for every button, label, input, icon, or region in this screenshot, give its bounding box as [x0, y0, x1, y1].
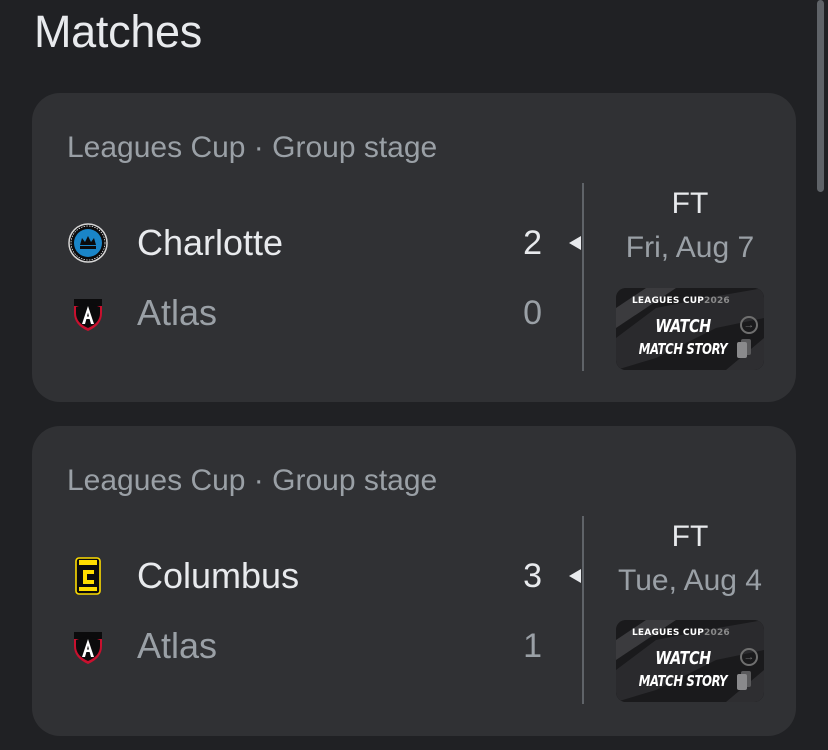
matches-page: Matches Leagues Cup · Group stage Charlo… [0, 0, 828, 750]
team-score: 0 [523, 294, 542, 332]
match-status: FT [671, 520, 709, 553]
team-row-away: Atlas 1 [68, 622, 542, 670]
match-date: Tue, Aug 4 [618, 564, 762, 597]
team-name: Atlas [137, 292, 218, 333]
team-name: Columbus [137, 555, 300, 596]
winner-indicator-icon [569, 236, 581, 250]
match-card[interactable]: Leagues Cup · Group stage Charlotte 2 At… [32, 93, 796, 402]
thumbnail-watch-label: WATCH [655, 648, 711, 669]
thumbnail-brand: LEAGUES CUP2026 [632, 296, 730, 306]
atlas-fc-crest-icon [74, 299, 102, 331]
arrow-right-icon: → [740, 316, 758, 334]
match-status: FT [671, 187, 709, 220]
stories-icon [737, 671, 751, 690]
team-row-home: Charlotte 2 [68, 219, 542, 267]
competition-label: Leagues Cup · Group stage [67, 464, 438, 497]
match-story-thumbnail[interactable]: LEAGUES CUP2026 WATCH MATCH STORY → [616, 620, 764, 702]
stories-icon [737, 339, 751, 358]
team-name: Charlotte [137, 222, 284, 263]
thumbnail-brand: LEAGUES CUP2026 [632, 628, 730, 638]
team-row-home: Columbus 3 [68, 552, 542, 600]
thumbnail-story-label: MATCH STORY [638, 340, 728, 358]
match-card[interactable]: Leagues Cup · Group stage Columbus 3 Atl… [32, 426, 796, 736]
atlas-fc-crest-icon [74, 632, 102, 664]
match-date: Fri, Aug 7 [625, 231, 755, 264]
thumbnail-watch-label: WATCH [655, 316, 711, 337]
page-title: Matches [34, 6, 202, 57]
team-score: 2 [523, 224, 542, 262]
team-score: 3 [523, 557, 542, 595]
charlotte-fc-crest-icon [68, 223, 108, 263]
arrow-right-icon: → [740, 648, 758, 666]
columbus-crew-crest-icon [75, 557, 101, 595]
competition-label: Leagues Cup · Group stage [67, 131, 438, 164]
team-name: Atlas [137, 625, 218, 666]
team-row-away: Atlas 0 [68, 289, 542, 337]
team-score: 1 [523, 627, 542, 665]
winner-indicator-icon [569, 569, 581, 583]
match-story-thumbnail[interactable]: LEAGUES CUP2026 WATCH MATCH STORY → [616, 288, 764, 370]
thumbnail-story-label: MATCH STORY [638, 672, 728, 690]
scrollbar[interactable] [817, 0, 824, 192]
